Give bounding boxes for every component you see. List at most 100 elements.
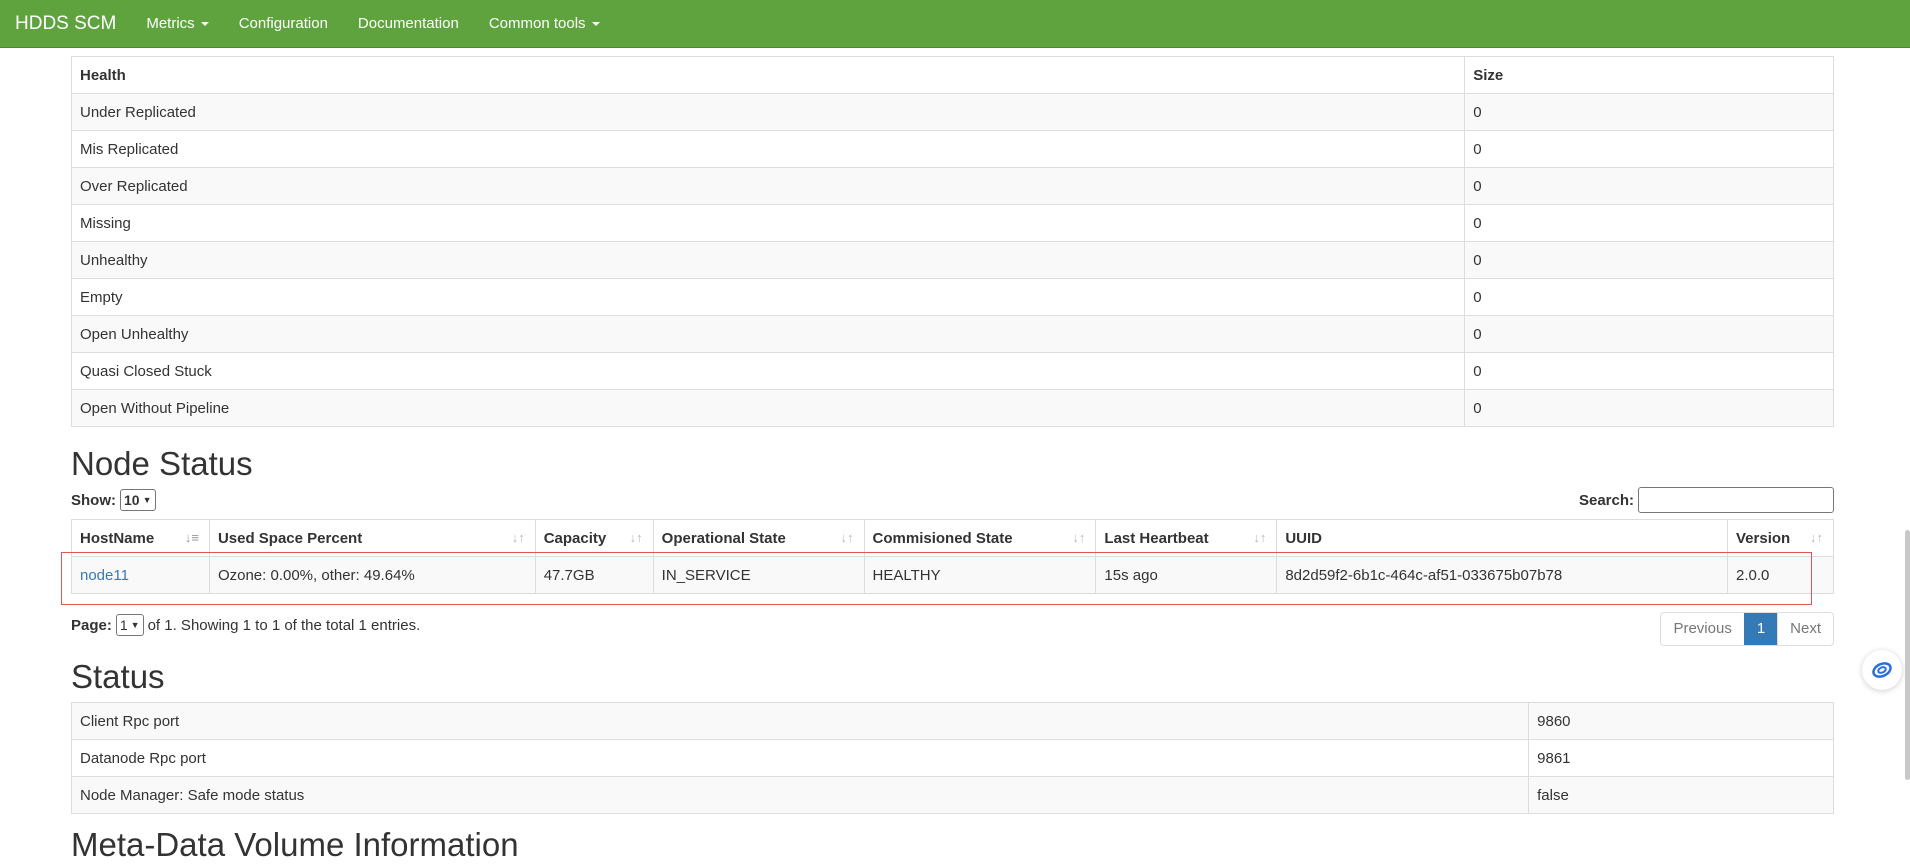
health-name: Empty bbox=[70, 278, 1466, 316]
column-header-size: Size bbox=[1464, 56, 1834, 94]
health-size: 0 bbox=[1464, 204, 1834, 242]
column-header-label: Used Space Percent bbox=[217, 529, 363, 547]
pagination: Previous 1 Next bbox=[1660, 612, 1834, 646]
column-header-label: Last Heartbeat bbox=[1104, 529, 1209, 547]
table-header-row: Health Size bbox=[70, 56, 1834, 94]
brand-link[interactable]: HDDS SCM bbox=[0, 13, 131, 35]
column-header-uuid[interactable]: UUID bbox=[1276, 519, 1728, 557]
assistant-floating-button[interactable] bbox=[1862, 650, 1902, 690]
nav-documentation[interactable]: Documentation bbox=[343, 15, 474, 32]
sort-icon: ↓↑ bbox=[511, 530, 525, 545]
next-button[interactable]: Next bbox=[1777, 613, 1833, 645]
assistant-icon bbox=[1872, 662, 1892, 678]
show-entries-select[interactable]: 10 ▼ bbox=[120, 489, 156, 511]
sort-icon: ↓↑ bbox=[629, 530, 643, 545]
health-size: 0 bbox=[1464, 389, 1834, 427]
chevron-down-icon: ▼ bbox=[142, 495, 152, 505]
column-header-label: Operational State bbox=[661, 529, 786, 547]
highlight-box bbox=[61, 552, 1812, 605]
health-name: Over Replicated bbox=[70, 167, 1466, 205]
column-header-used-space[interactable]: Used Space Percent ↓↑ bbox=[208, 519, 536, 557]
table-row: Open Unhealthy 0 bbox=[70, 315, 1834, 353]
previous-button[interactable]: Previous bbox=[1661, 613, 1743, 645]
table-row: Quasi Closed Stuck 0 bbox=[70, 352, 1834, 390]
nav-metrics-label: Metrics bbox=[146, 15, 195, 32]
column-header-operational-state[interactable]: Operational State ↓↑ bbox=[652, 519, 865, 557]
health-name: Missing bbox=[70, 204, 1466, 242]
page-select[interactable]: 1 ▼ bbox=[115, 614, 144, 636]
status-title: Status bbox=[71, 658, 165, 695]
status-key: Node Manager: Safe mode status bbox=[70, 776, 1530, 814]
health-name: Under Replicated bbox=[70, 93, 1466, 131]
health-size: 0 bbox=[1464, 130, 1834, 168]
health-name: Open Unhealthy bbox=[70, 315, 1466, 353]
top-navbar: HDDS SCM Metrics Configuration Documenta… bbox=[0, 0, 1910, 48]
health-size: 0 bbox=[1464, 352, 1834, 390]
table-row: Unhealthy 0 bbox=[70, 241, 1834, 279]
column-header-label: UUID bbox=[1285, 529, 1322, 547]
column-header-commisioned-state[interactable]: Commisioned State ↓↑ bbox=[863, 519, 1097, 557]
column-header-capacity[interactable]: Capacity ↓↑ bbox=[534, 519, 654, 557]
nav-metrics[interactable]: Metrics bbox=[131, 15, 223, 32]
page-info: Page: 1 ▼ of 1. Showing 1 to 1 of the to… bbox=[71, 614, 420, 636]
table-row: Over Replicated 0 bbox=[70, 167, 1834, 205]
column-header-hostname[interactable]: HostName ↓≡ bbox=[71, 519, 210, 557]
column-header-label: Version bbox=[1736, 529, 1791, 547]
table-row: Empty 0 bbox=[70, 278, 1834, 316]
table-row: Datanode Rpc port 9861 bbox=[70, 739, 1834, 777]
status-key: Client Rpc port bbox=[70, 702, 1530, 740]
sort-icon: ↓↑ bbox=[840, 530, 854, 545]
column-header-label: Commisioned State bbox=[872, 529, 1013, 547]
search-label: Search: bbox=[1578, 491, 1634, 509]
show-entries-value: 10 bbox=[124, 492, 140, 508]
show-entries: Show: 10 ▼ bbox=[71, 489, 156, 511]
sort-icon: ↓↑ bbox=[1253, 530, 1267, 545]
pagination-bar: Page: 1 ▼ of 1. Showing 1 to 1 of the to… bbox=[71, 612, 1834, 648]
status-table: Client Rpc port 9860 Datanode Rpc port 9… bbox=[70, 702, 1834, 814]
nav-common-tools[interactable]: Common tools bbox=[474, 15, 615, 32]
page-scrollbar[interactable] bbox=[1905, 530, 1910, 780]
table-row: Open Without Pipeline 0 bbox=[70, 389, 1834, 427]
chevron-down-icon: ▼ bbox=[130, 620, 140, 630]
nav-configuration-label: Configuration bbox=[238, 15, 328, 32]
health-size: 0 bbox=[1464, 315, 1834, 353]
table-row: Missing 0 bbox=[70, 204, 1834, 242]
page-1-button[interactable]: 1 bbox=[1743, 613, 1778, 645]
status-value: 9860 bbox=[1528, 702, 1834, 740]
nav-configuration[interactable]: Configuration bbox=[224, 15, 343, 32]
nav-documentation-label: Documentation bbox=[357, 15, 459, 32]
table-row: Under Replicated 0 bbox=[70, 93, 1834, 131]
health-size: 0 bbox=[1464, 241, 1834, 279]
node-status-title: Node Status bbox=[71, 445, 253, 482]
health-size: 0 bbox=[1464, 93, 1834, 131]
search-input[interactable] bbox=[1638, 487, 1834, 513]
container-health-table: Health Size Under Replicated 0 Mis Repli… bbox=[70, 56, 1834, 427]
health-size: 0 bbox=[1464, 167, 1834, 205]
node-status-controls: Show: 10 ▼ Search: bbox=[71, 487, 1834, 513]
chevron-down-icon bbox=[591, 21, 600, 26]
show-label: Show: bbox=[71, 491, 116, 509]
column-header-last-heartbeat[interactable]: Last Heartbeat ↓↑ bbox=[1095, 519, 1278, 557]
table-row: Client Rpc port 9860 bbox=[70, 702, 1834, 740]
column-header-label: Capacity bbox=[543, 529, 607, 547]
nav-common-tools-label: Common tools bbox=[488, 15, 586, 32]
sort-desc-icon: ↓≡ bbox=[184, 530, 199, 545]
status-value: 9861 bbox=[1528, 739, 1834, 777]
health-name: Mis Replicated bbox=[70, 130, 1466, 168]
status-value: false bbox=[1528, 776, 1834, 814]
page-label: Page: bbox=[71, 616, 112, 634]
column-header-version[interactable]: Version ↓↑ bbox=[1727, 519, 1834, 557]
meta-data-volume-title: Meta-Data Volume Information bbox=[71, 826, 519, 863]
table-header-row: HostName ↓≡ Used Space Percent ↓↑ Capaci… bbox=[71, 519, 1834, 557]
page-summary: of 1. Showing 1 to 1 of the total 1 entr… bbox=[147, 616, 421, 634]
page-select-value: 1 bbox=[119, 617, 128, 633]
health-name: Unhealthy bbox=[70, 241, 1466, 279]
health-size: 0 bbox=[1464, 278, 1834, 316]
sort-icon: ↓↑ bbox=[1810, 530, 1823, 545]
main-content: Health Size Under Replicated 0 Mis Repli… bbox=[61, 56, 1834, 864]
column-header-label: HostName bbox=[80, 529, 155, 547]
table-row: Mis Replicated 0 bbox=[70, 130, 1834, 168]
chevron-down-icon bbox=[200, 21, 209, 26]
table-row: Node Manager: Safe mode status false bbox=[70, 776, 1834, 814]
column-header-health: Health bbox=[70, 56, 1466, 94]
